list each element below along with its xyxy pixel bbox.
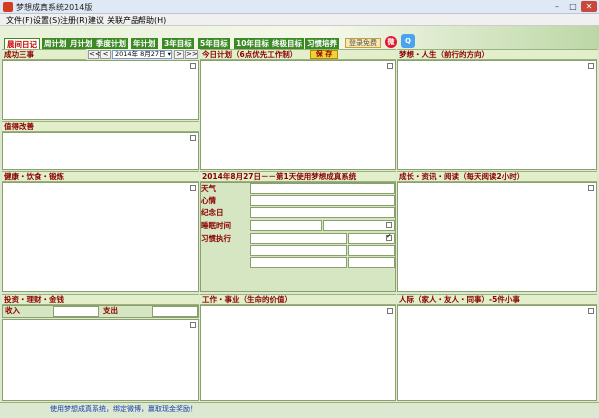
relations-checkbox[interactable]	[588, 308, 594, 314]
dream-life-checkbox[interactable]	[588, 63, 594, 69]
first-date-button[interactable]: <<	[88, 50, 101, 59]
tab-month-plan[interactable]: 月计划	[68, 38, 95, 49]
sleep-end-input[interactable]	[323, 220, 395, 231]
growth-header: 成长・资讯・阅读（每天阅读2小时）	[397, 171, 597, 182]
career-checkbox[interactable]	[387, 308, 393, 314]
habit-input-1[interactable]	[250, 233, 347, 244]
improve-textarea[interactable]	[2, 132, 199, 170]
weibo-icon[interactable]: 微	[385, 36, 397, 48]
today-plan-textarea[interactable]	[200, 60, 396, 170]
success-textarea[interactable]	[2, 60, 199, 120]
menu-help[interactable]: 帮助(H)	[138, 15, 166, 26]
expense-input[interactable]	[152, 306, 198, 317]
last-date-button[interactable]: >>	[185, 50, 198, 59]
login-button[interactable]: 登录免费	[345, 38, 381, 48]
weather-input[interactable]	[250, 183, 395, 194]
expense-label: 支出	[103, 306, 118, 315]
habit-check-3[interactable]	[348, 257, 395, 268]
menu-related[interactable]: 关联产品	[107, 15, 139, 26]
habit-check-2[interactable]	[348, 245, 395, 256]
tab-week-plan[interactable]: 周计划	[42, 38, 69, 49]
menu-file[interactable]: 文件(F)	[6, 15, 33, 26]
tab-morning-diary[interactable]: 晨间日记	[4, 38, 40, 49]
maximize-button[interactable]: □	[565, 1, 581, 12]
tab-strip: 晨间日记 周计划 月计划 季度计划 年计划 3年目标 5年目标 10年目标 终极…	[0, 26, 599, 50]
improve-header: 值得改善	[2, 121, 199, 132]
habit-input-3[interactable]	[250, 257, 347, 268]
income-input[interactable]	[53, 306, 99, 317]
growth-textarea[interactable]	[397, 182, 597, 292]
anniversary-input[interactable]	[250, 207, 395, 218]
income-label: 收入	[5, 306, 20, 315]
career-header: 工作・事业（生命的价值）	[200, 294, 396, 305]
health-header: 健康・饮食・锻炼	[2, 171, 199, 182]
app-icon	[3, 2, 13, 12]
health-textarea[interactable]	[2, 182, 199, 292]
sleep-checkbox[interactable]	[386, 222, 392, 228]
habit-checkbox-1[interactable]	[386, 232, 392, 241]
today-plan-checkbox[interactable]	[387, 63, 393, 69]
growth-checkbox[interactable]	[588, 185, 594, 191]
habit-input-2[interactable]	[250, 245, 347, 256]
success-checkbox[interactable]	[190, 63, 196, 69]
tab-ultimate-goal[interactable]: 终极目标	[270, 38, 304, 49]
health-checkbox[interactable]	[190, 185, 196, 191]
menu-bar: 文件(F) 设置(S) 注册(R) 建议 关联产品 帮助(H)	[0, 14, 599, 26]
tab-habit[interactable]: 习惯培养	[305, 38, 339, 49]
success-header: 成功三事	[2, 49, 86, 60]
next-date-button[interactable]: >	[174, 50, 184, 59]
tab-year-plan[interactable]: 年计划	[131, 38, 158, 49]
window-title: 梦想成真系统2014版	[16, 3, 93, 12]
anniversary-label: 纪念日	[201, 208, 224, 217]
tab-3year-goal[interactable]: 3年目标	[162, 38, 194, 49]
today-plan-header: 今日计划（6点优先工作制）	[200, 49, 396, 60]
tab-quarter-plan[interactable]: 季度计划	[94, 38, 128, 49]
prev-date-button[interactable]: <	[100, 50, 111, 59]
qq-icon[interactable]: Q	[401, 34, 415, 48]
relations-header: 人际（家人・友人・同事）-5件小事	[397, 294, 597, 305]
improve-checkbox[interactable]	[190, 135, 196, 141]
mood-label: 心情	[201, 196, 216, 205]
dream-life-textarea[interactable]	[397, 60, 597, 170]
dream-life-header: 梦想・人生（前行的方向）	[397, 49, 597, 60]
diary-header: 2014年8月27日－－第1天使用梦想成真系统	[200, 171, 396, 182]
career-textarea[interactable]	[200, 305, 396, 401]
status-link[interactable]: 使用梦想成真系统，绑定微博，赢取现金奖励！	[50, 404, 197, 414]
save-button[interactable]: 保 存	[310, 50, 338, 59]
tab-5year-goal[interactable]: 5年目标	[198, 38, 230, 49]
menu-register[interactable]: 注册(R)	[60, 15, 88, 26]
menu-suggest[interactable]: 建议	[88, 15, 104, 26]
habit-label: 习惯执行	[201, 234, 231, 243]
tab-10year-goal[interactable]: 10年目标	[234, 38, 271, 49]
finance-header: 投资・理财・金钱	[2, 294, 199, 305]
weather-label: 天气	[201, 184, 216, 193]
habit-check-1[interactable]	[348, 232, 395, 244]
date-picker[interactable]: 2014年 8月27日 ▾	[112, 50, 172, 59]
finance-textarea[interactable]	[2, 319, 199, 401]
close-button[interactable]: ✕	[581, 1, 597, 12]
menu-settings[interactable]: 设置(S)	[33, 15, 60, 26]
sleep-start-input[interactable]	[250, 220, 322, 231]
finance-checkbox[interactable]	[190, 322, 196, 328]
minimize-button[interactable]: –	[549, 1, 565, 12]
mood-input[interactable]	[250, 195, 395, 206]
relations-textarea[interactable]	[397, 305, 597, 401]
sleep-label: 睡眠时间	[201, 221, 231, 230]
